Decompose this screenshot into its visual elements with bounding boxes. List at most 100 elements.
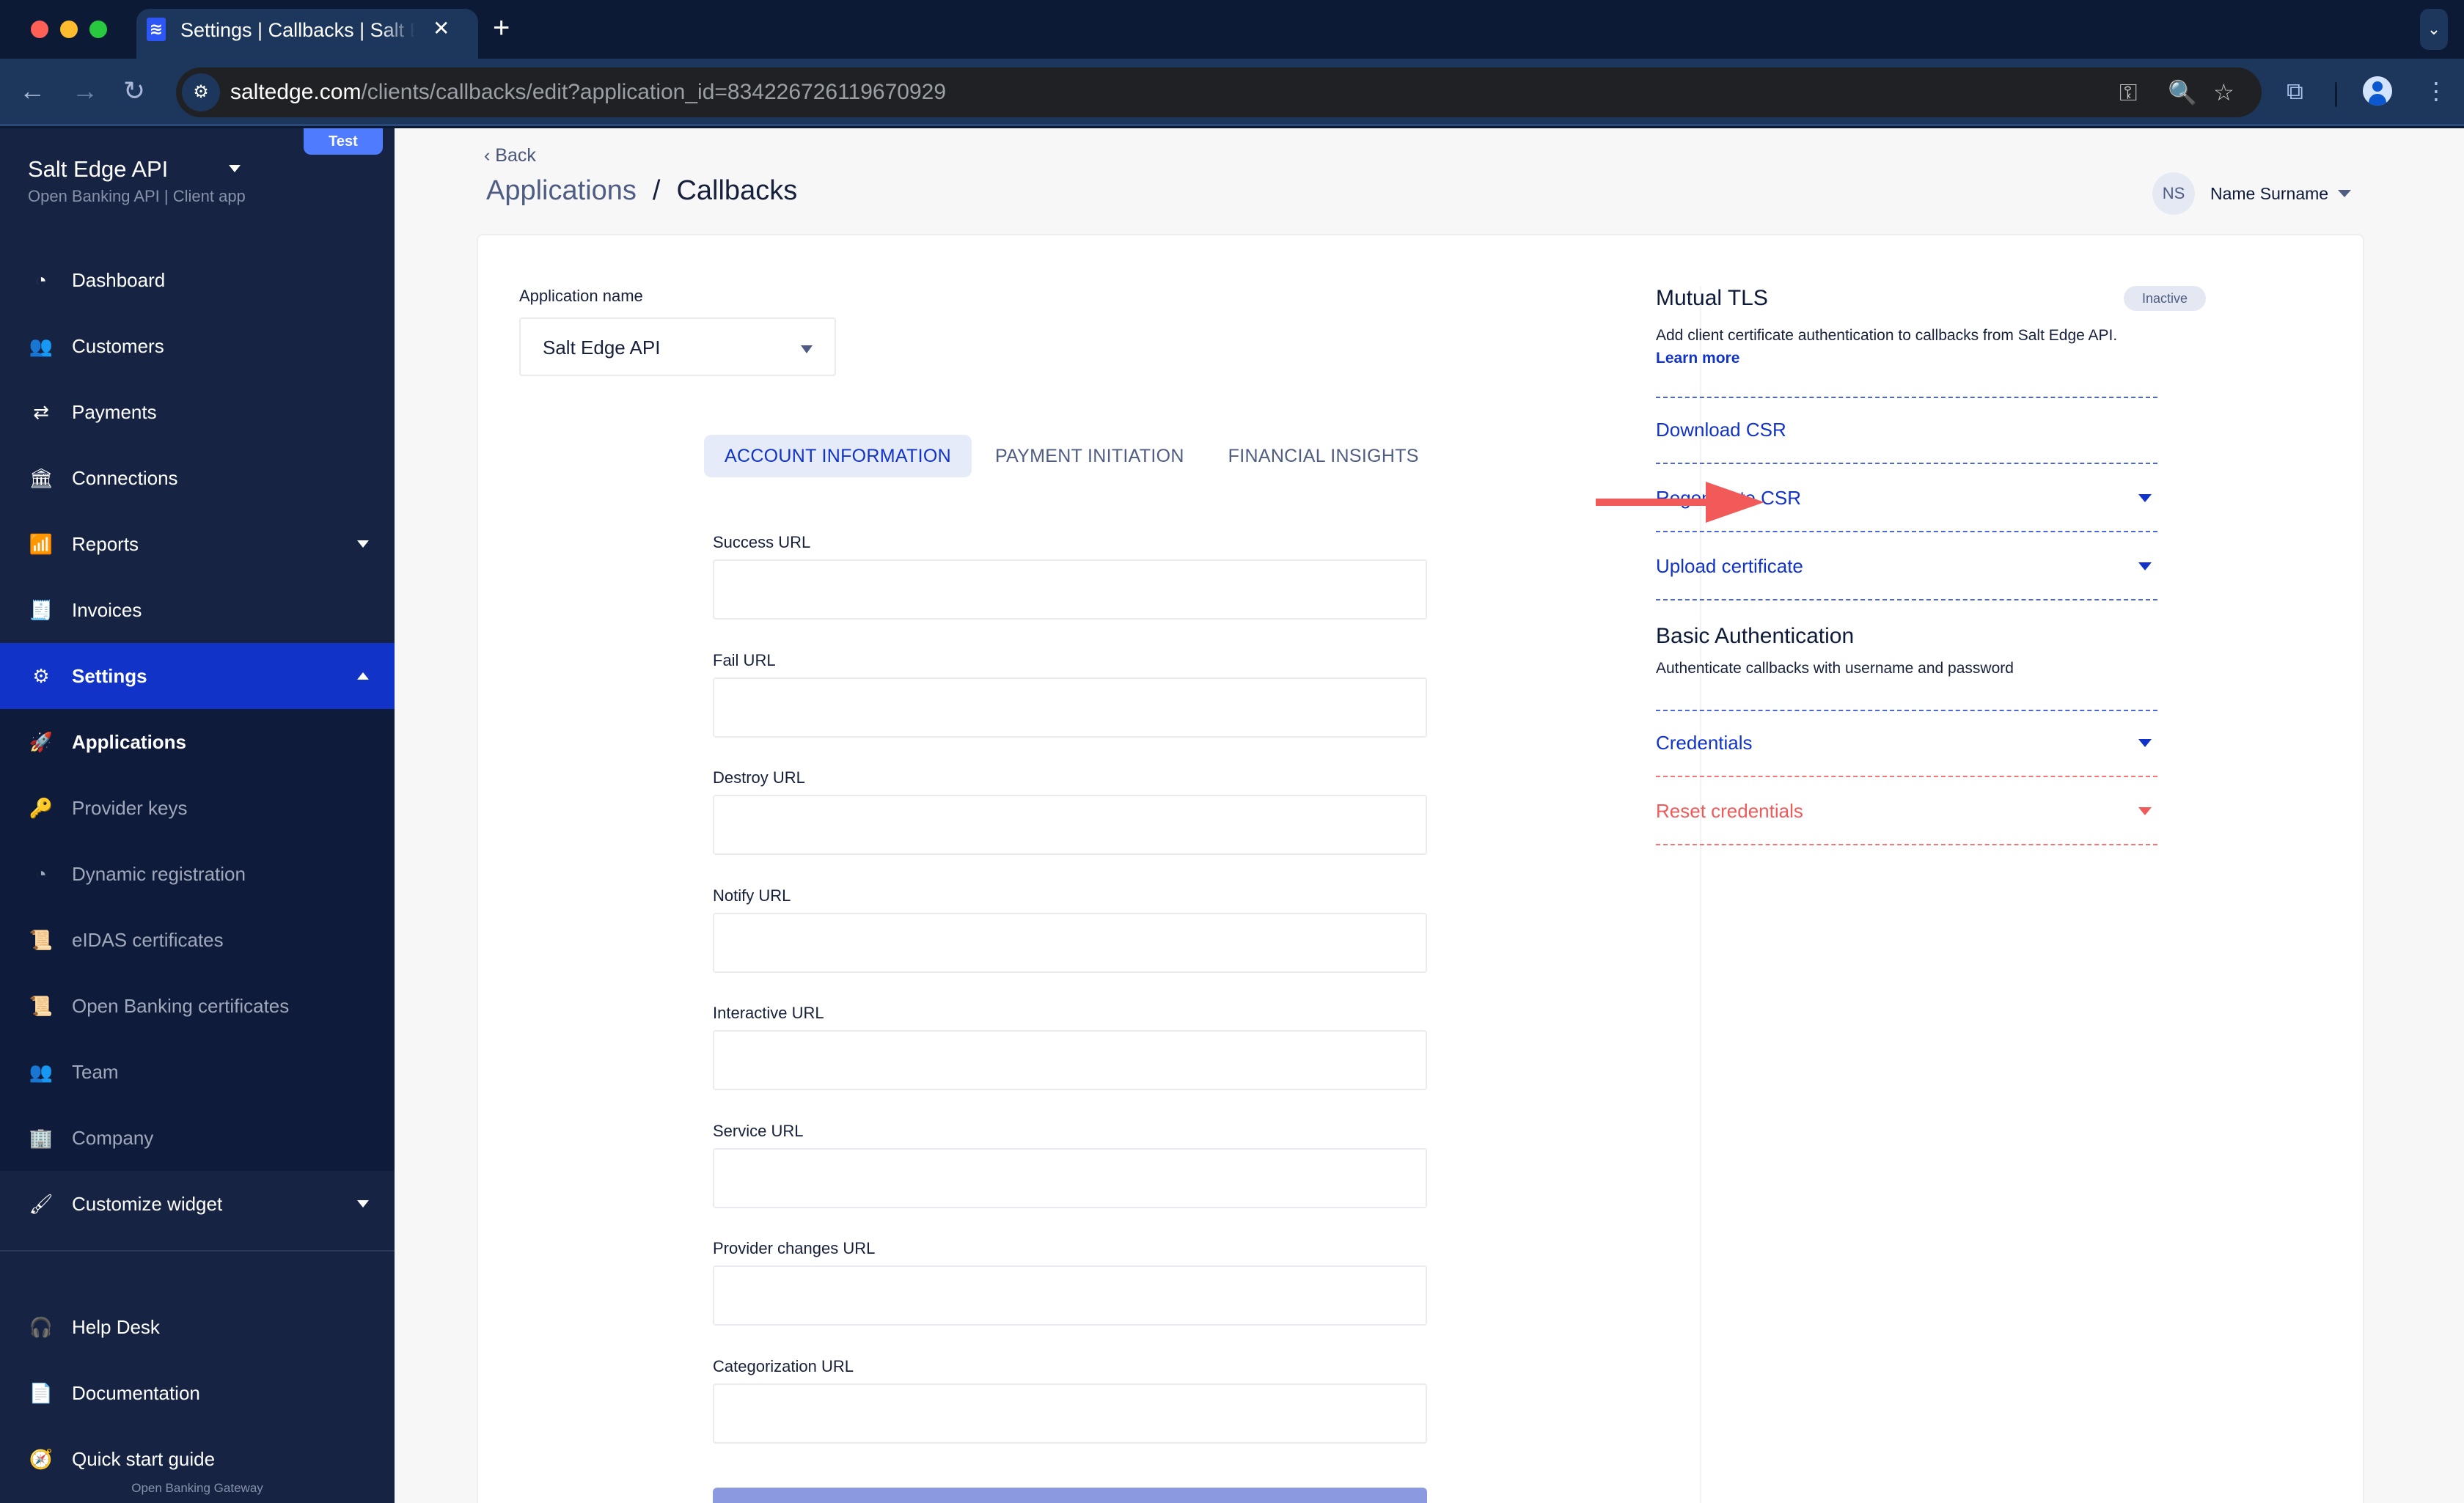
sidebar-item-team[interactable]: 👥 Team (0, 1039, 395, 1105)
sidebar-item-eidas-certificates[interactable]: 📜 eIDAS certificates (0, 907, 395, 973)
tab-financial-insights[interactable]: FINANCIAL INSIGHTS (1208, 435, 1440, 477)
breadcrumb-parent-link[interactable]: Applications (486, 175, 637, 206)
sidebar-item-label: Documentation (72, 1382, 200, 1404)
tab-account-information[interactable]: ACCOUNT INFORMATION (704, 435, 972, 477)
chevron-down-icon (2138, 739, 2152, 747)
new-tab-button[interactable]: + (493, 12, 510, 44)
reset-credentials-link[interactable]: Reset credentials (1656, 798, 1803, 823)
browser-menu-kebab-icon[interactable]: ⋮ (2424, 76, 2448, 106)
sidebar-item-connections[interactable]: 🏛 Connections (0, 445, 395, 511)
sidebar-item-label: Connections (72, 467, 178, 489)
certificate-icon: 📜 (29, 994, 54, 1017)
sidebar-item-applications[interactable]: 🚀 Applications (0, 709, 395, 775)
site-info-icon[interactable]: ⚙ (182, 73, 220, 111)
paintbrush-icon: 🖌 (29, 1192, 54, 1215)
application-name-select[interactable]: Salt Edge API (519, 317, 836, 376)
user-avatar[interactable]: NS (2152, 172, 2195, 215)
learn-more-link[interactable]: Learn more (1656, 348, 2157, 370)
download-csr-link[interactable]: Download CSR (1656, 417, 1786, 442)
sidebar-item-label: Quick start guide (72, 1448, 216, 1470)
destroy-url-input[interactable] (713, 795, 1427, 855)
sidebar-item-payments[interactable]: ⇄ Payments (0, 379, 395, 445)
toolbar-divider (2335, 82, 2337, 107)
certificate-icon: 📜 (29, 928, 54, 951)
success-url-input[interactable] (713, 559, 1427, 620)
interactive-url-input[interactable] (713, 1030, 1427, 1090)
brand-title[interactable]: Salt Edge API (28, 155, 168, 184)
brand-subtitle: Open Banking API | Client app (28, 187, 246, 205)
chevron-down-icon (357, 1200, 369, 1208)
password-key-icon[interactable]: ⚿ (2119, 78, 2137, 107)
window-close-button[interactable] (31, 21, 48, 38)
download-csr-row[interactable]: Download CSR (1656, 397, 2157, 464)
annotation-arrow-icon (1596, 482, 1764, 523)
sidebar-item-label: eIDAS certificates (72, 929, 224, 951)
fail-url-label: Fail URL (713, 651, 776, 669)
bookmark-star-icon[interactable]: ☆ (2213, 78, 2234, 107)
brand-switcher-caret-icon[interactable] (229, 165, 241, 172)
sidebar-item-open-banking-certificates[interactable]: 📜 Open Banking certificates (0, 973, 395, 1039)
sidebar-item-label: Dynamic registration (72, 863, 246, 885)
save-button[interactable] (713, 1488, 1427, 1503)
chevron-left-icon: ‹ (484, 145, 496, 166)
fail-url-input[interactable] (713, 677, 1427, 738)
provider-changes-url-input[interactable] (713, 1265, 1427, 1326)
tab-search-button[interactable]: ⌄ (2420, 9, 2448, 50)
sidebar-item-customers[interactable]: 👥 Customers (0, 313, 395, 379)
back-link[interactable]: ‹ Back (484, 144, 536, 166)
saltedge-favicon-icon: ≋ (147, 18, 166, 41)
sidebar-item-dynamic-registration[interactable]: ◔ Dynamic registration (0, 841, 395, 907)
sidebar-item-reports[interactable]: 📶 Reports (0, 511, 395, 577)
sidebar-item-documentation[interactable]: 📄 Documentation (0, 1360, 395, 1426)
window-minimize-button[interactable] (60, 21, 78, 38)
company-building-icon: 🏢 (29, 1126, 54, 1149)
breadcrumb-separator: / (652, 175, 661, 206)
browser-tab-active[interactable]: ≋ Settings | Callbacks | Salt Edge ✕ (136, 9, 478, 60)
basic-auth-title: Basic Authentication (1656, 624, 1855, 648)
chevron-down-icon[interactable] (2338, 190, 2351, 197)
notify-url-input[interactable] (713, 913, 1427, 973)
chevron-down-icon (2138, 562, 2152, 570)
sidebar-item-label: Applications (72, 731, 187, 753)
upload-certificate-link[interactable]: Upload certificate (1656, 554, 1803, 578)
mutual-tls-section: Mutual TLS (1656, 284, 2157, 313)
sidebar-item-invoices[interactable]: 🧾 Invoices (0, 577, 395, 643)
forward-arrow-icon[interactable]: → (72, 76, 98, 106)
categorization-url-input[interactable] (713, 1383, 1427, 1444)
customers-people-icon: 👥 (29, 334, 54, 357)
sidebar-item-dashboard[interactable]: ◔ Dashboard (0, 247, 395, 313)
document-icon: 📄 (29, 1381, 54, 1404)
url-text[interactable]: saltedge.com/clients/callbacks/edit?appl… (230, 79, 946, 106)
sidebar-help-nav: 🎧 Help Desk 📄 Documentation 🧭 Quick star… (0, 1294, 395, 1492)
reload-icon[interactable]: ↻ (123, 76, 145, 106)
extensions-puzzle-icon[interactable]: ⧉ (2287, 76, 2303, 106)
sidebar-item-label: Settings (72, 665, 147, 687)
upload-certificate-row[interactable]: Upload certificate (1656, 533, 2157, 600)
zoom-icon[interactable]: 🔍 (2168, 78, 2197, 107)
credentials-row[interactable]: Credentials (1656, 710, 2157, 777)
back-arrow-icon[interactable]: ← (19, 76, 45, 106)
sidebar-item-label: Reports (72, 533, 139, 555)
sidebar-item-help-desk[interactable]: 🎧 Help Desk (0, 1294, 395, 1360)
credentials-link[interactable]: Credentials (1656, 730, 1753, 755)
profile-avatar-icon[interactable] (2363, 76, 2392, 106)
sidebar-item-label: Company (72, 1127, 154, 1149)
sidebar-divider (0, 1250, 395, 1252)
mutual-tls-description: Add client certificate authentication to… (1656, 327, 2118, 344)
sidebar-item-label: Open Banking certificates (72, 995, 290, 1017)
mutual-tls-title: Mutual TLS (1656, 286, 1768, 310)
service-url-input[interactable] (713, 1148, 1427, 1208)
sidebar-item-customize-widget[interactable]: 🖌 Customize widget (0, 1171, 395, 1237)
sidebar-item-company[interactable]: 🏢 Company (0, 1105, 395, 1171)
window-zoom-button[interactable] (89, 21, 107, 38)
user-menu-name[interactable]: Name Surname (2210, 181, 2328, 206)
tab-close-icon[interactable]: ✕ (433, 16, 450, 41)
reset-credentials-row[interactable]: Reset credentials (1656, 778, 2157, 845)
sidebar-item-provider-keys[interactable]: 🔑 Provider keys (0, 775, 395, 841)
sidebar-item-settings[interactable]: ⚙ Settings (0, 643, 395, 709)
tab-payment-initiation[interactable]: PAYMENT INITIATION (975, 435, 1205, 477)
chevron-down-icon (2138, 807, 2152, 815)
basic-auth-section: Basic Authentication Authenticate callba… (1656, 622, 2157, 680)
mutual-tls-status-badge: Inactive (2124, 286, 2206, 311)
address-bar[interactable]: ⚙ saltedge.com/clients/callbacks/edit?ap… (176, 67, 2262, 117)
